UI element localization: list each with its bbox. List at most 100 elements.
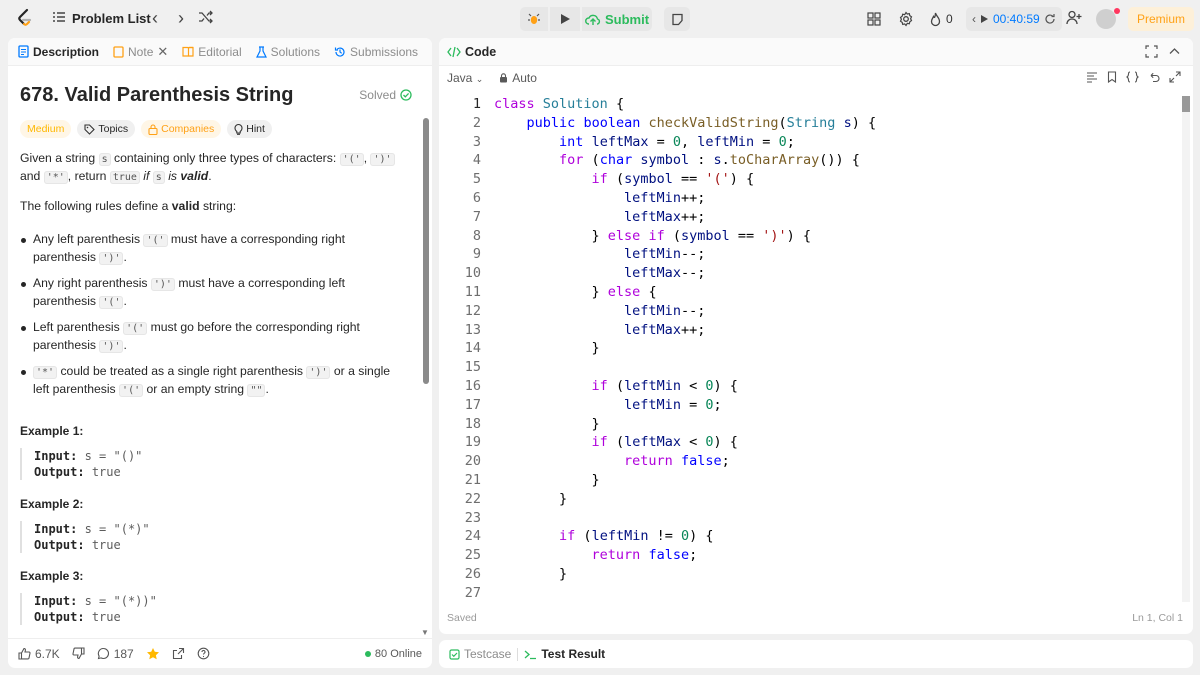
code-line: } else if (symbol == ')') { xyxy=(494,227,812,244)
scroll-down-icon[interactable]: ▼ xyxy=(421,628,429,637)
page-title[interactable]: 678. Valid Parenthesis String xyxy=(20,84,293,107)
line-number: 13 xyxy=(464,321,481,338)
tab-solutions-label: Solutions xyxy=(270,44,321,59)
submit-button[interactable]: Submit xyxy=(582,7,652,31)
line-number: 6 xyxy=(472,190,481,206)
bug-icon xyxy=(528,13,540,24)
fullscreen-icon[interactable] xyxy=(1145,45,1158,58)
line-number: 21 xyxy=(464,472,481,488)
problem-list-button[interactable]: Problem List xyxy=(52,9,151,27)
premium-label: Premium xyxy=(1136,12,1185,26)
code-line: public boolean checkValidString(String s… xyxy=(526,114,877,131)
timer[interactable]: ‹ 00:40:59 xyxy=(966,7,1062,31)
line-number: 23 xyxy=(464,509,481,526)
input-value: s = "()" xyxy=(84,449,143,463)
companies-chip[interactable]: Companies xyxy=(141,120,222,138)
next-problem-icon[interactable]: › xyxy=(172,7,190,29)
close-icon[interactable]: ✕ xyxy=(157,44,168,60)
comment-icon xyxy=(97,647,109,660)
description-scrollbar[interactable] xyxy=(423,118,429,384)
layout-icon[interactable] xyxy=(866,7,882,31)
favorite-button[interactable] xyxy=(146,647,160,661)
expand-icon[interactable] xyxy=(1169,71,1181,83)
timer-value: 00:40:59 xyxy=(993,12,1040,26)
code-line: leftMin = 0; xyxy=(624,396,722,413)
like-button[interactable]: 6.7K xyxy=(18,647,60,661)
tab-solutions[interactable]: Solutions xyxy=(255,44,328,59)
tag-icon xyxy=(84,123,96,135)
text: and xyxy=(20,169,41,183)
play-icon xyxy=(561,14,570,24)
code-line: class Solution { xyxy=(494,96,625,112)
timer-play-icon[interactable] xyxy=(980,14,989,24)
reset-icon[interactable] xyxy=(1044,13,1056,25)
inline-code: ')' xyxy=(150,278,175,291)
code-line: if (symbol == '(') { xyxy=(591,171,755,188)
braces-icon[interactable] xyxy=(1126,71,1139,83)
example-heading: Example 2: xyxy=(20,497,84,511)
output-label: Output: xyxy=(34,538,85,552)
problem-statement: Given a string s containing only three t… xyxy=(20,150,404,407)
line-number: 14 xyxy=(464,340,481,357)
code-line: leftMax++; xyxy=(624,208,706,225)
add-user-icon[interactable] xyxy=(1066,10,1083,25)
tab-note-label: Note xyxy=(128,44,154,59)
debug-button[interactable] xyxy=(520,7,548,31)
inline-code: ')' xyxy=(99,340,124,353)
tab-description-label: Description xyxy=(33,44,100,59)
undo-icon[interactable] xyxy=(1148,71,1160,83)
topics-chip[interactable]: Topics xyxy=(77,120,136,138)
avatar[interactable] xyxy=(1096,9,1116,29)
top-bar: Problem List ‹ › Submit 0 ‹ 00:40:59 Pre… xyxy=(0,0,1200,36)
description-footer: 6.7K 187 80 Online xyxy=(8,638,432,668)
feedback-button[interactable] xyxy=(197,647,210,660)
tab-note[interactable]: Note ✕ xyxy=(113,44,176,60)
language-select[interactable]: Java ⌄ xyxy=(447,71,483,85)
inline-code: '(' xyxy=(339,153,364,166)
settings-gear-icon[interactable] xyxy=(898,7,914,31)
code-line: return false; xyxy=(624,453,730,470)
text: Left parenthesis xyxy=(33,320,120,334)
comments-button[interactable]: 187 xyxy=(97,647,134,661)
collapse-timer-icon[interactable]: ‹ xyxy=(972,12,976,26)
rules-intro: The following rules define a valid strin… xyxy=(20,198,404,215)
tab-description[interactable]: Description xyxy=(18,45,107,59)
lock-icon xyxy=(148,123,158,135)
shuffle-icon[interactable] xyxy=(198,10,214,24)
share-button[interactable] xyxy=(172,647,185,660)
tab-testcase[interactable]: Testcase xyxy=(449,647,511,661)
premium-button[interactable]: Premium xyxy=(1128,7,1194,31)
text: The following rules define a xyxy=(20,199,169,213)
code-editor[interactable]: 1 2 3 4 5 6 7 8 9 10 11 12 13 14 15 16 17 18 19 20 21 22 23 24 2… xyxy=(439,96,1179,601)
difficulty-badge: Medium xyxy=(20,120,72,138)
inline-code: '*' xyxy=(33,366,58,379)
streak-counter[interactable]: 0 xyxy=(929,7,953,31)
editor-scrollbar[interactable] xyxy=(1182,96,1190,602)
run-button[interactable] xyxy=(550,7,580,31)
editor-toolbar: Java ⌄ Auto xyxy=(439,66,1193,90)
dislike-button[interactable] xyxy=(72,647,85,660)
list-item: Any left parenthesis '(' must have a cor… xyxy=(20,231,404,267)
cloud-upload-icon xyxy=(585,14,601,25)
text: string: xyxy=(202,199,237,213)
format-icon[interactable] xyxy=(1086,71,1098,83)
bookmark-icon[interactable] xyxy=(1107,71,1117,83)
solved-status: Solved xyxy=(359,88,412,102)
tab-editorial-label: Editorial xyxy=(198,44,242,59)
chevron-up-icon[interactable] xyxy=(1168,45,1181,58)
text: Any left parenthesis xyxy=(33,232,141,246)
tab-editorial[interactable]: Editorial xyxy=(182,45,249,59)
prev-problem-icon[interactable]: ‹ xyxy=(146,7,164,29)
text: if xyxy=(143,169,150,183)
notes-button[interactable] xyxy=(664,7,690,31)
tab-test-result[interactable]: Test Result xyxy=(524,647,605,661)
leetcode-logo-icon[interactable] xyxy=(14,7,36,29)
problem-list-label: Problem List xyxy=(72,10,151,26)
scrollbar-thumb[interactable] xyxy=(1182,96,1190,112)
auto-mode[interactable]: Auto xyxy=(499,71,537,85)
code-header: Code xyxy=(439,38,1193,66)
line-number: 17 xyxy=(464,396,481,413)
hint-chip[interactable]: Hint xyxy=(227,120,272,138)
tab-submissions[interactable]: Submissions xyxy=(334,45,426,59)
